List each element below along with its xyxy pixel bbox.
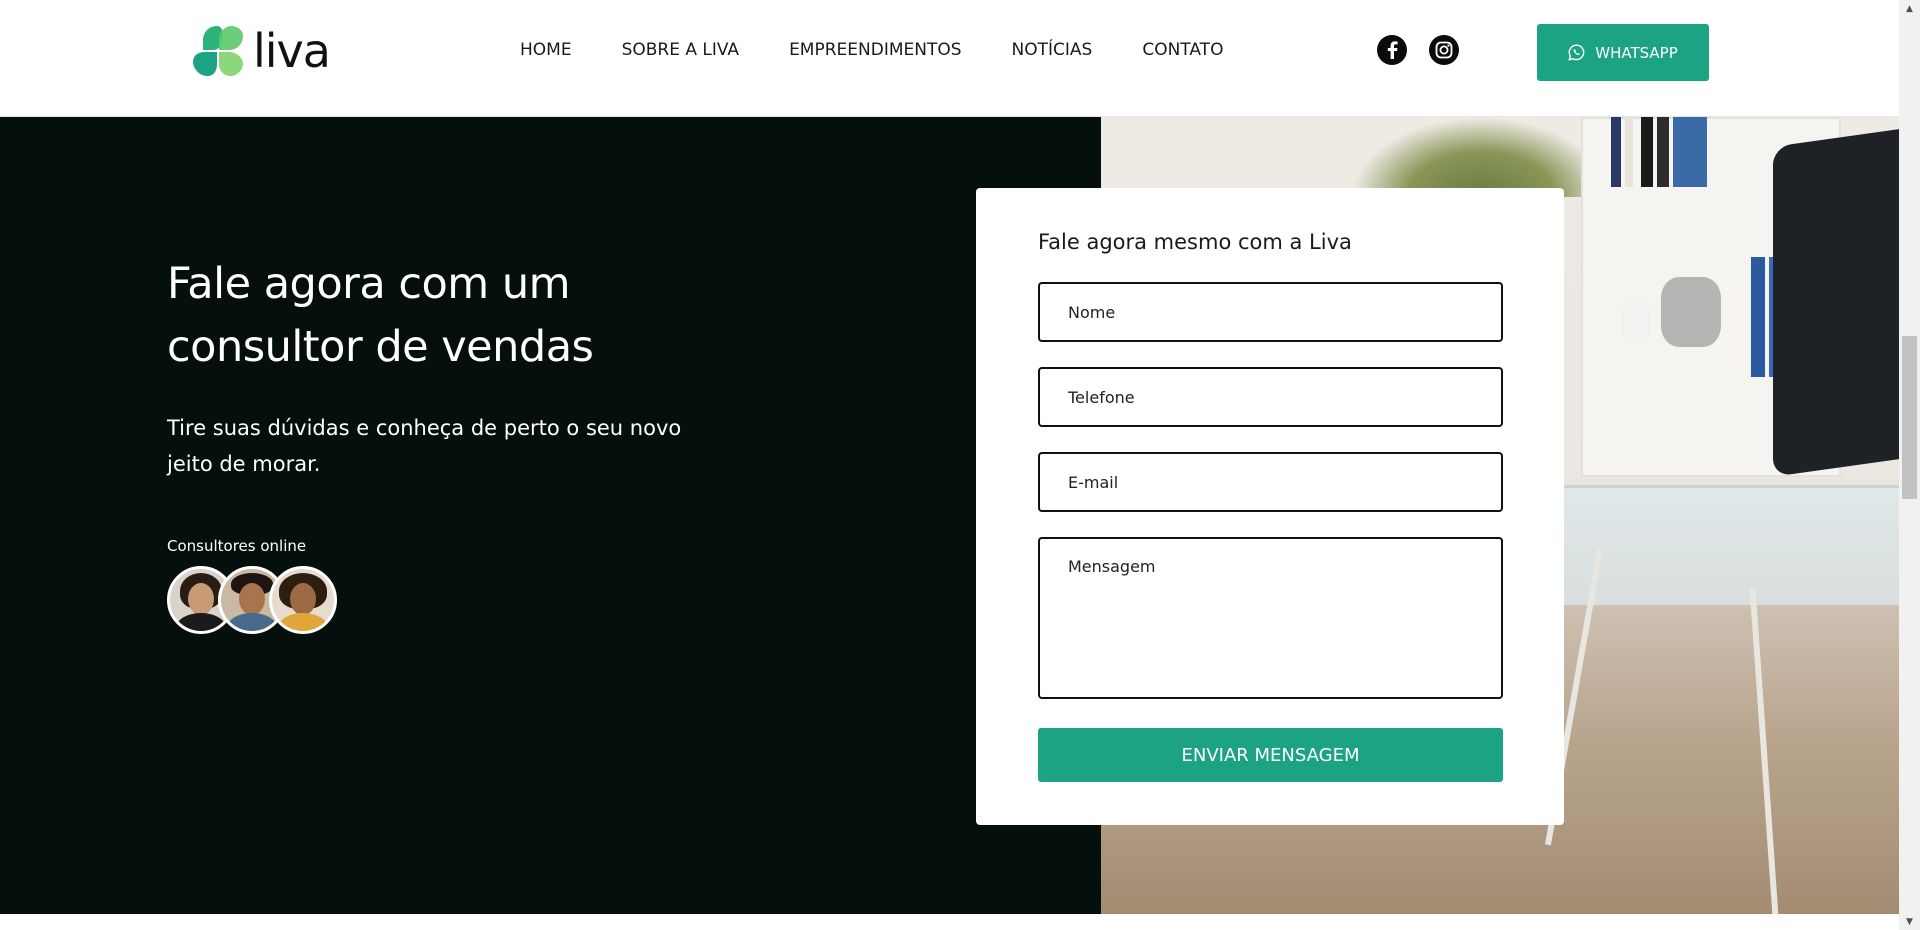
hero-subtitle: Tire suas dúvidas e conheça de perto o s… <box>167 416 682 476</box>
scroll-up-icon[interactable]: ▲ <box>1899 0 1920 17</box>
nav-contato[interactable]: CONTATO <box>1142 40 1223 60</box>
facebook-icon <box>1387 41 1398 59</box>
scroll-thumb[interactable] <box>1902 336 1917 499</box>
nav-empreendimentos[interactable]: EMPREENDIMENTOS <box>789 40 961 60</box>
consultants-label: Consultores online <box>167 537 307 555</box>
consultant-avatars <box>167 566 337 634</box>
monitor <box>1773 127 1899 477</box>
plant <box>1351 117 1611 197</box>
nav-sobre[interactable]: SOBRE A LIVA <box>622 40 739 60</box>
hero-section <box>0 117 1101 914</box>
logo[interactable]: liva <box>189 22 331 80</box>
hero-title: Fale agora com um consultor de vendas <box>167 259 594 372</box>
instagram-icon <box>1435 41 1453 59</box>
form-title: Fale agora mesmo com a Liva <box>1038 230 1352 254</box>
avatar <box>269 566 337 634</box>
name-input[interactable] <box>1038 282 1503 342</box>
whatsapp-icon <box>1568 44 1585 61</box>
instagram-link[interactable] <box>1429 35 1459 65</box>
nav-noticias[interactable]: NOTÍCIAS <box>1012 40 1093 60</box>
scroll-down-icon[interactable]: ▼ <box>1899 913 1920 930</box>
email-input[interactable] <box>1038 452 1503 512</box>
contact-form: Fale agora mesmo com a Liva ENVIAR MENSA… <box>976 188 1564 825</box>
main-nav: HOME SOBRE A LIVA EMPREENDIMENTOS NOTÍCI… <box>520 40 1273 60</box>
logo-text: liva <box>253 24 331 78</box>
site-header: liva HOME SOBRE A LIVA EMPREENDIMENTOS N… <box>0 0 1899 117</box>
whatsapp-button[interactable]: WHATSAPP <box>1537 24 1709 81</box>
facebook-link[interactable] <box>1377 35 1407 65</box>
message-textarea[interactable] <box>1038 537 1503 699</box>
phone-input[interactable] <box>1038 367 1503 427</box>
whatsapp-label: WHATSAPP <box>1595 43 1678 62</box>
page-scrollbar[interactable]: ▲ ▼ <box>1899 0 1920 930</box>
clover-logo-icon <box>193 26 243 76</box>
send-message-button[interactable]: ENVIAR MENSAGEM <box>1038 728 1503 782</box>
nav-home[interactable]: HOME <box>520 40 572 60</box>
